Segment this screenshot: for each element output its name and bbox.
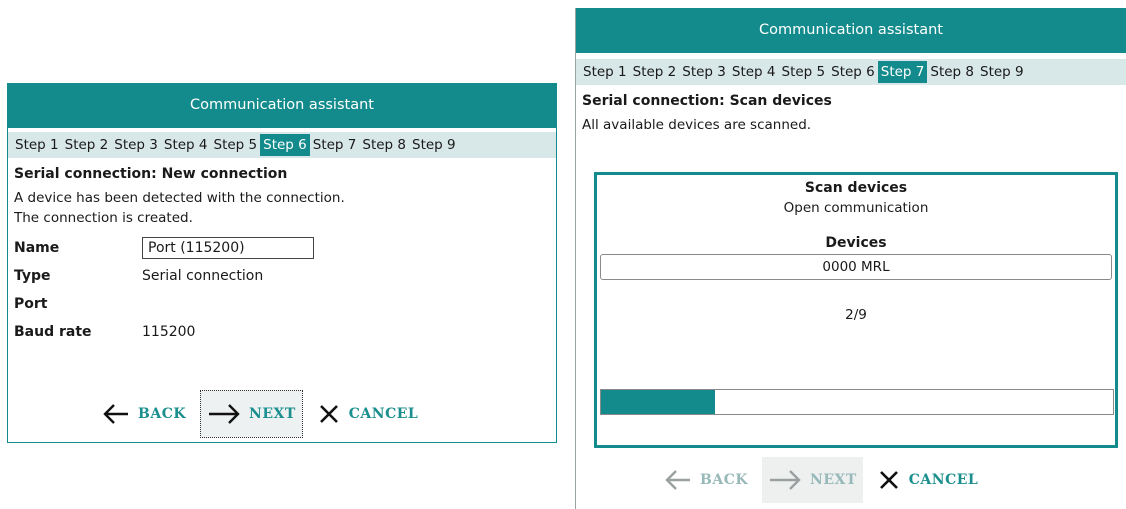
tab-step-7[interactable]: Step 7 <box>877 61 928 83</box>
tab-step-4[interactable]: Step 4 <box>729 61 779 83</box>
button-row: BACK NEXT CANCEL <box>658 457 984 503</box>
next-button[interactable]: NEXT <box>762 457 863 503</box>
scan-counter: 2/9 <box>845 307 867 323</box>
tab-step-8[interactable]: Step 8 <box>927 61 977 83</box>
arrow-left-icon <box>102 402 130 426</box>
communication-assistant-dialog-step6: Communication assistant Step 1 Step 2 St… <box>7 83 557 443</box>
scan-progress-bar <box>600 389 1114 415</box>
tab-step-1[interactable]: Step 1 <box>580 61 630 83</box>
close-icon <box>877 468 901 492</box>
tab-step-9[interactable]: Step 9 <box>409 134 459 156</box>
tab-step-3[interactable]: Step 3 <box>679 61 729 83</box>
dialog-title: Communication assistant <box>576 8 1126 53</box>
step-tabs: Step 1 Step 2 Step 3 Step 4 Step 5 Step … <box>8 132 556 158</box>
section-title: Serial connection: Scan devices <box>582 93 832 109</box>
next-button[interactable]: NEXT <box>200 390 303 438</box>
devices-heading: Devices <box>825 235 887 251</box>
tab-step-1[interactable]: Step 1 <box>12 134 62 156</box>
tab-step-6[interactable]: Step 6 <box>260 134 310 156</box>
description-line-2: The connection is created. <box>14 210 193 226</box>
progress-fill <box>601 390 715 414</box>
description-line-1: A device has been detected with the conn… <box>14 190 345 206</box>
step-tabs: Step 1 Step 2 Step 3 Step 4 Step 5 Step … <box>576 59 1126 85</box>
tab-step-2[interactable]: Step 2 <box>630 61 680 83</box>
name-label: Name <box>14 240 60 256</box>
cancel-button[interactable]: CANCEL <box>311 391 424 437</box>
baud-rate-value: 115200 <box>142 324 196 340</box>
dialog-title: Communication assistant <box>8 83 556 128</box>
tab-step-8[interactable]: Step 8 <box>359 134 409 156</box>
tab-step-6[interactable]: Step 6 <box>828 61 878 83</box>
arrow-right-icon <box>207 402 241 426</box>
section-title: Serial connection: New connection <box>14 166 288 182</box>
back-button[interactable]: BACK <box>96 391 192 437</box>
scan-panel: Scan devices Open communication Devices … <box>594 172 1118 448</box>
arrow-right-icon <box>768 468 802 492</box>
connection-fields: Name Type Serial connection Port Baud ra… <box>8 236 556 344</box>
type-value: Serial connection <box>142 268 264 284</box>
port-label: Port <box>14 296 48 312</box>
type-label: Type <box>14 268 51 284</box>
name-input[interactable] <box>142 237 314 259</box>
tab-step-9[interactable]: Step 9 <box>977 61 1027 83</box>
scan-status: Open communication <box>783 200 929 216</box>
tab-step-3[interactable]: Step 3 <box>111 134 161 156</box>
tab-step-5[interactable]: Step 5 <box>211 134 261 156</box>
tab-step-5[interactable]: Step 5 <box>779 61 829 83</box>
port-value <box>142 292 556 316</box>
close-icon <box>317 402 341 426</box>
scan-heading: Scan devices <box>804 180 908 196</box>
tab-step-7[interactable]: Step 7 <box>310 134 360 156</box>
back-button[interactable]: BACK <box>658 457 754 503</box>
communication-assistant-dialog-step7: Communication assistant Step 1 Step 2 St… <box>575 8 1126 509</box>
arrow-left-icon <box>664 468 692 492</box>
device-list-item[interactable]: 0000 MRL <box>600 254 1112 280</box>
baud-rate-label: Baud rate <box>14 324 92 340</box>
description: All available devices are scanned. <box>582 117 812 133</box>
button-row: BACK NEXT CANCEL <box>96 390 424 438</box>
tab-step-4[interactable]: Step 4 <box>161 134 211 156</box>
cancel-button[interactable]: CANCEL <box>871 457 984 503</box>
tab-step-2[interactable]: Step 2 <box>62 134 112 156</box>
